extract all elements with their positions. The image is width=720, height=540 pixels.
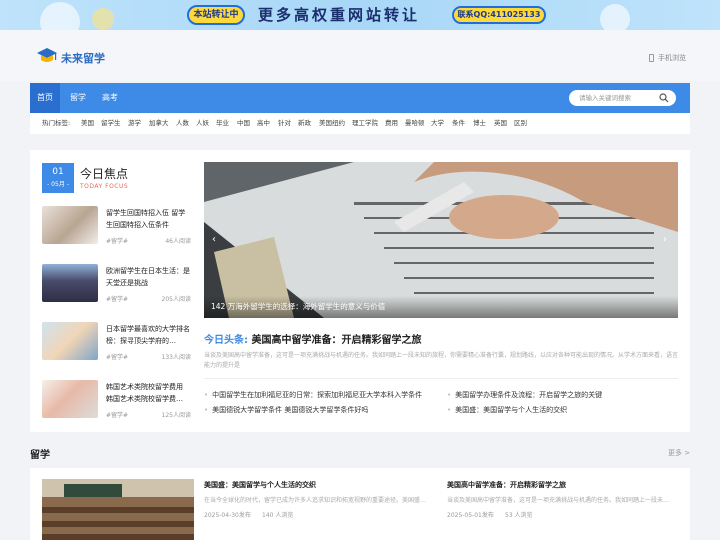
- tag-item[interactable]: 高中: [257, 113, 270, 134]
- focus-item-title[interactable]: 留学生回国特招入伍 留学生回国特招入伍条件: [106, 207, 192, 231]
- tag-item[interactable]: 美国纽约: [319, 113, 345, 134]
- focus-item-views: 46人阅读: [165, 238, 191, 245]
- hero-image[interactable]: ‹ ›: [204, 162, 678, 318]
- nav-item-study-abroad[interactable]: 留学: [66, 83, 90, 113]
- headline[interactable]: 今日头条: 美国高中留学准备：开启精彩留学之旅: [204, 331, 421, 346]
- focus-item-category[interactable]: #留学#: [106, 294, 128, 303]
- related-link[interactable]: 美国盛：美国留学与个人生活的交织: [447, 405, 567, 415]
- hot-tags-label: 热门标签:: [42, 119, 71, 127]
- prev-slide-icon[interactable]: ‹: [212, 234, 216, 245]
- focus-item-views: 133人阅读: [161, 354, 191, 361]
- tag-item[interactable]: 加拿大: [149, 113, 169, 134]
- focus-item-category[interactable]: #留学#: [106, 352, 128, 361]
- headline-label: 今日头条:: [204, 335, 248, 346]
- contact-badge: 联系QQ:411025133: [452, 6, 546, 24]
- mobile-view-link[interactable]: 手机浏览: [649, 53, 686, 63]
- tag-item[interactable]: 毕业: [216, 113, 229, 134]
- focus-item-views: 205人阅读: [161, 296, 191, 303]
- hot-tags-bar: 热门标签: 美国 留学生 游学 加拿大 人数 人妖 毕业 中国 高中 针对 新政…: [30, 113, 690, 134]
- section-title: 留学: [30, 450, 50, 461]
- site-header: [0, 30, 720, 81]
- focus-item-category[interactable]: #留学#: [106, 236, 128, 245]
- mobile-view-label: 手机浏览: [658, 54, 686, 62]
- tag-item[interactable]: 美国: [81, 113, 94, 134]
- tag-item[interactable]: 中国: [237, 113, 250, 134]
- tag-item[interactable]: 针对: [278, 113, 291, 134]
- article-thumbnail[interactable]: [42, 264, 98, 302]
- article-thumbnail[interactable]: [42, 322, 98, 360]
- nav-item-gaokao[interactable]: 高考: [98, 83, 122, 113]
- hero-caption-bar: 142 万海外留学生的选择：海外留学生的意义与价值: [204, 296, 678, 318]
- headline-text[interactable]: 美国高中留学准备：开启精彩留学之旅: [251, 335, 421, 346]
- article-date: 2025-04-30发布: [204, 512, 251, 519]
- search-icon[interactable]: [659, 93, 669, 103]
- related-link[interactable]: 中国留学生在加利福尼亚的日常：探索加利福尼亚大学本科入学条件: [204, 390, 422, 400]
- article-desc: 在当今全球化的时代，留学已成为许多人追求知识和拓宽视野的重要途径。美国盛…: [204, 497, 427, 504]
- article-views: 53 人浏览: [505, 512, 533, 519]
- article-thumbnail[interactable]: [42, 479, 194, 540]
- tag-item[interactable]: 区别: [514, 113, 527, 134]
- article-title[interactable]: 美国盛：美国留学与个人生活的交织: [204, 480, 316, 490]
- sale-badge: 本站转让中: [187, 5, 245, 25]
- article-views: 140 人浏览: [262, 512, 294, 519]
- tag-item[interactable]: 英国: [494, 113, 507, 134]
- focus-title: 今日焦点: [80, 167, 129, 181]
- date-day: 01: [52, 167, 64, 177]
- search-input[interactable]: 请输入关键词搜索: [579, 90, 631, 106]
- tag-item[interactable]: 曼哈顿: [405, 113, 425, 134]
- article-title[interactable]: 美国高中留学准备：开启精彩留学之旅: [447, 480, 566, 490]
- date-badge: 01 - 05月 -: [42, 163, 74, 193]
- focus-item-title[interactable]: 欧洲留学生在日本生活：是天堂还是挑战: [106, 265, 192, 289]
- divider: [204, 378, 678, 379]
- tag-item[interactable]: 条件: [452, 113, 465, 134]
- tag-item[interactable]: 人数: [176, 113, 189, 134]
- article-thumbnail[interactable]: [42, 380, 98, 418]
- graduation-cap-icon[interactable]: [36, 46, 58, 66]
- focus-subtitle: TODAY FOCUS: [80, 183, 129, 190]
- headline-summary: 当谈及美国高中留学准备，这可是一项充满挑战与机遇的任务。我如同踏上一段未知的旅程…: [204, 352, 679, 369]
- tag-item[interactable]: 费用: [385, 113, 398, 134]
- top-ad-banner[interactable]: 本站转让中 更多高权重网站转让 联系QQ:411025133: [0, 0, 720, 30]
- related-link[interactable]: 美国留学办理条件及流程：开启留学之旅的关键: [447, 390, 602, 400]
- next-slide-icon[interactable]: ›: [663, 234, 667, 245]
- tag-item[interactable]: 新政: [298, 113, 311, 134]
- focus-item-views: 125人阅读: [161, 412, 191, 419]
- exam-sheet-illustration: [204, 162, 678, 318]
- focus-item-category[interactable]: #留学#: [106, 410, 128, 419]
- phone-icon: [649, 54, 654, 62]
- date-month: - 05月 -: [47, 181, 69, 188]
- tag-item[interactable]: 大学: [431, 113, 444, 134]
- related-link[interactable]: 美国德锐大学留学条件 美国德锐大学留学条件好吗: [204, 405, 368, 415]
- more-link[interactable]: 更多 >: [668, 448, 690, 458]
- article-date: 2025-05-01发布: [447, 512, 494, 519]
- tag-item[interactable]: 游学: [128, 113, 141, 134]
- banner-headline: 更多高权重网站转让: [258, 6, 421, 24]
- focus-item-title[interactable]: 日本留学最喜欢的大学排名榜：探寻顶尖学府的…: [106, 323, 192, 347]
- tag-item[interactable]: 人妖: [196, 113, 209, 134]
- tag-item[interactable]: 理工学院: [352, 113, 378, 134]
- hero-caption[interactable]: 142 万海外留学生的选择：海外留学生的意义与价值: [211, 301, 385, 312]
- focus-item-title[interactable]: 韩国艺术类院校留学费用 韩国艺术类院校留学费…: [106, 381, 192, 405]
- article-thumbnail[interactable]: [42, 206, 98, 244]
- search-box[interactable]: 请输入关键词搜索: [569, 90, 676, 106]
- article-desc: 当谈及美国高中留学准备，这可是一项充满挑战与机遇的任务。我如同踏上一段未…: [447, 497, 670, 504]
- tag-item[interactable]: 留学生: [101, 113, 121, 134]
- classroom-illustration: [42, 479, 194, 540]
- nav-item-home[interactable]: 首页: [30, 83, 60, 113]
- site-logo-text[interactable]: 未来留学: [61, 50, 105, 66]
- tag-item[interactable]: 博士: [473, 113, 486, 134]
